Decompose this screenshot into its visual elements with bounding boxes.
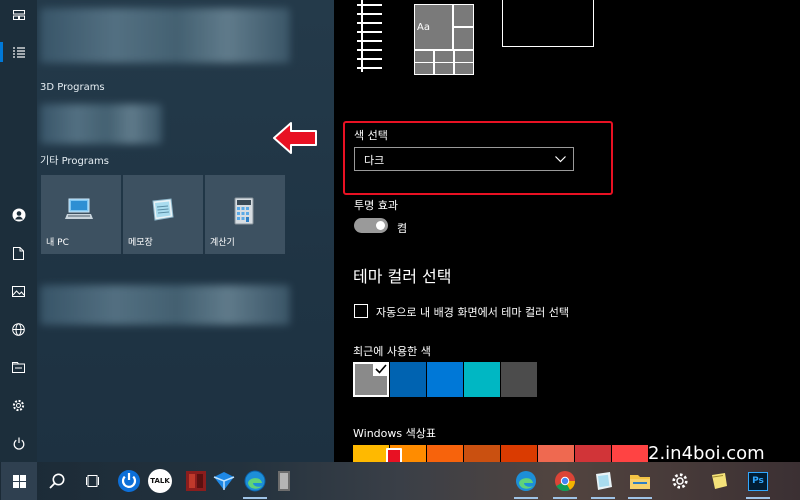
color-choice-value: 다크 bbox=[364, 154, 385, 167]
taskbar-chrome[interactable] bbox=[547, 462, 583, 500]
taskbar-sticky-notes[interactable] bbox=[701, 462, 737, 500]
recent-color-swatch[interactable] bbox=[390, 362, 426, 397]
tile-label: 메모장 bbox=[128, 238, 153, 248]
file-explorer-icon[interactable] bbox=[0, 352, 37, 382]
all-apps-list-icon[interactable] bbox=[0, 37, 37, 67]
watermark-text: 2.in4boi.com bbox=[648, 443, 765, 464]
running-indicator bbox=[591, 497, 615, 499]
recent-color-swatch[interactable] bbox=[501, 362, 537, 397]
selected-check-icon bbox=[373, 362, 389, 376]
palette-color-swatch[interactable] bbox=[538, 445, 574, 462]
tile-label: 내 PC bbox=[46, 238, 69, 248]
transparency-label: 투명 효과 bbox=[354, 199, 398, 212]
tile-label: 계산기 bbox=[210, 238, 235, 248]
palette-color-swatch[interactable] bbox=[427, 445, 463, 462]
archive-icon bbox=[278, 471, 290, 491]
tile-my-pc[interactable]: 내 PC bbox=[41, 175, 121, 254]
tile-calculator[interactable]: 계산기 bbox=[205, 175, 285, 254]
recent-color-swatch[interactable] bbox=[427, 362, 463, 397]
palette-color-swatch[interactable] bbox=[575, 445, 611, 462]
calculator-icon bbox=[234, 197, 254, 225]
tiles-view-icon[interactable] bbox=[0, 0, 37, 30]
auto-accent-checkbox[interactable] bbox=[354, 304, 368, 318]
recent-colors-label: 최근에 사용한 색 bbox=[353, 345, 431, 358]
running-indicator bbox=[746, 497, 770, 499]
notepad-icon bbox=[152, 198, 174, 221]
recent-color-swatch[interactable] bbox=[353, 362, 389, 397]
book-app-icon bbox=[186, 471, 206, 491]
taskbar-notepad[interactable] bbox=[585, 462, 621, 500]
preview-start-list bbox=[357, 0, 382, 74]
preview-tile-grid: Aa bbox=[414, 4, 474, 75]
taskbar-edge-2[interactable] bbox=[508, 462, 544, 500]
preview-window-outline bbox=[502, 0, 594, 47]
vpn-app-icon bbox=[213, 472, 235, 490]
running-indicator bbox=[553, 497, 577, 499]
palette-color-swatch[interactable] bbox=[501, 445, 537, 462]
task-view-icon bbox=[86, 474, 99, 487]
start-menu-panel: 3D Programs 기타 Programs 내 PC 메모장 계산기 bbox=[37, 0, 334, 462]
transparency-state: 켬 bbox=[397, 222, 408, 235]
palette-color-swatch[interactable] bbox=[612, 445, 648, 462]
settings-icon bbox=[672, 473, 688, 489]
chevron-down-icon bbox=[555, 156, 566, 163]
talk-app-icon: TALK bbox=[148, 469, 172, 493]
photoshop-icon: Ps bbox=[748, 471, 768, 491]
annotation-arrow-left-icon bbox=[273, 122, 317, 154]
running-indicator bbox=[243, 497, 267, 499]
start-menu-rail bbox=[0, 0, 37, 462]
transparency-toggle[interactable] bbox=[354, 218, 388, 233]
start-icon bbox=[12, 474, 26, 488]
taskbar-talk-app[interactable]: TALK bbox=[142, 462, 178, 500]
running-indicator bbox=[514, 497, 538, 499]
tile-notepad[interactable]: 메모장 bbox=[123, 175, 203, 254]
power-icon[interactable] bbox=[0, 428, 37, 458]
notepad-icon bbox=[596, 472, 612, 490]
group-label-other: 기타 Programs bbox=[40, 156, 109, 167]
start-button[interactable] bbox=[1, 462, 37, 500]
sticky-notes-icon bbox=[712, 473, 727, 489]
auto-accent-label: 자동으로 내 배경 화면에서 테마 컬러 선택 bbox=[376, 306, 570, 319]
accent-color-heading: 테마 컬러 선택 bbox=[353, 267, 452, 286]
computer-icon bbox=[65, 198, 93, 219]
talk-label: TALK bbox=[150, 477, 170, 485]
taskbar-archive-app[interactable] bbox=[266, 462, 302, 500]
preview-tile-text: Aa bbox=[417, 22, 430, 33]
search-button[interactable] bbox=[39, 462, 75, 500]
edge-icon bbox=[244, 470, 266, 492]
search-icon bbox=[49, 473, 65, 489]
color-choice-label: 색 선택 bbox=[354, 129, 388, 142]
recent-color-swatch[interactable] bbox=[464, 362, 500, 397]
taskbar-photoshop[interactable]: Ps bbox=[740, 462, 776, 500]
toggle-knob bbox=[376, 221, 385, 230]
blurred-tiles bbox=[40, 104, 162, 144]
ps-label: Ps bbox=[752, 476, 764, 486]
taskbar-file-explorer[interactable] bbox=[622, 462, 658, 500]
palette-color-swatch[interactable] bbox=[464, 445, 500, 462]
taskbar-settings[interactable] bbox=[662, 462, 698, 500]
palette-label: Windows 색상표 bbox=[353, 427, 436, 440]
edge-icon bbox=[516, 471, 536, 491]
running-indicator bbox=[628, 497, 652, 499]
task-view-button[interactable] bbox=[75, 462, 111, 500]
blurred-tiles bbox=[40, 285, 290, 325]
color-choice-dropdown[interactable]: 다크 bbox=[354, 147, 574, 171]
chrome-icon bbox=[555, 471, 576, 492]
blurred-tiles bbox=[40, 8, 290, 63]
settings-gear-icon[interactable] bbox=[0, 390, 37, 420]
power-app-icon bbox=[118, 470, 140, 492]
group-label-3d: 3D Programs bbox=[40, 82, 105, 93]
network-globe-icon[interactable] bbox=[0, 314, 37, 344]
file-explorer-icon bbox=[630, 475, 650, 489]
taskbar: TALK Ps bbox=[0, 462, 800, 500]
pictures-icon[interactable] bbox=[0, 276, 37, 306]
documents-icon[interactable] bbox=[0, 238, 37, 268]
user-account-icon[interactable] bbox=[0, 200, 37, 230]
